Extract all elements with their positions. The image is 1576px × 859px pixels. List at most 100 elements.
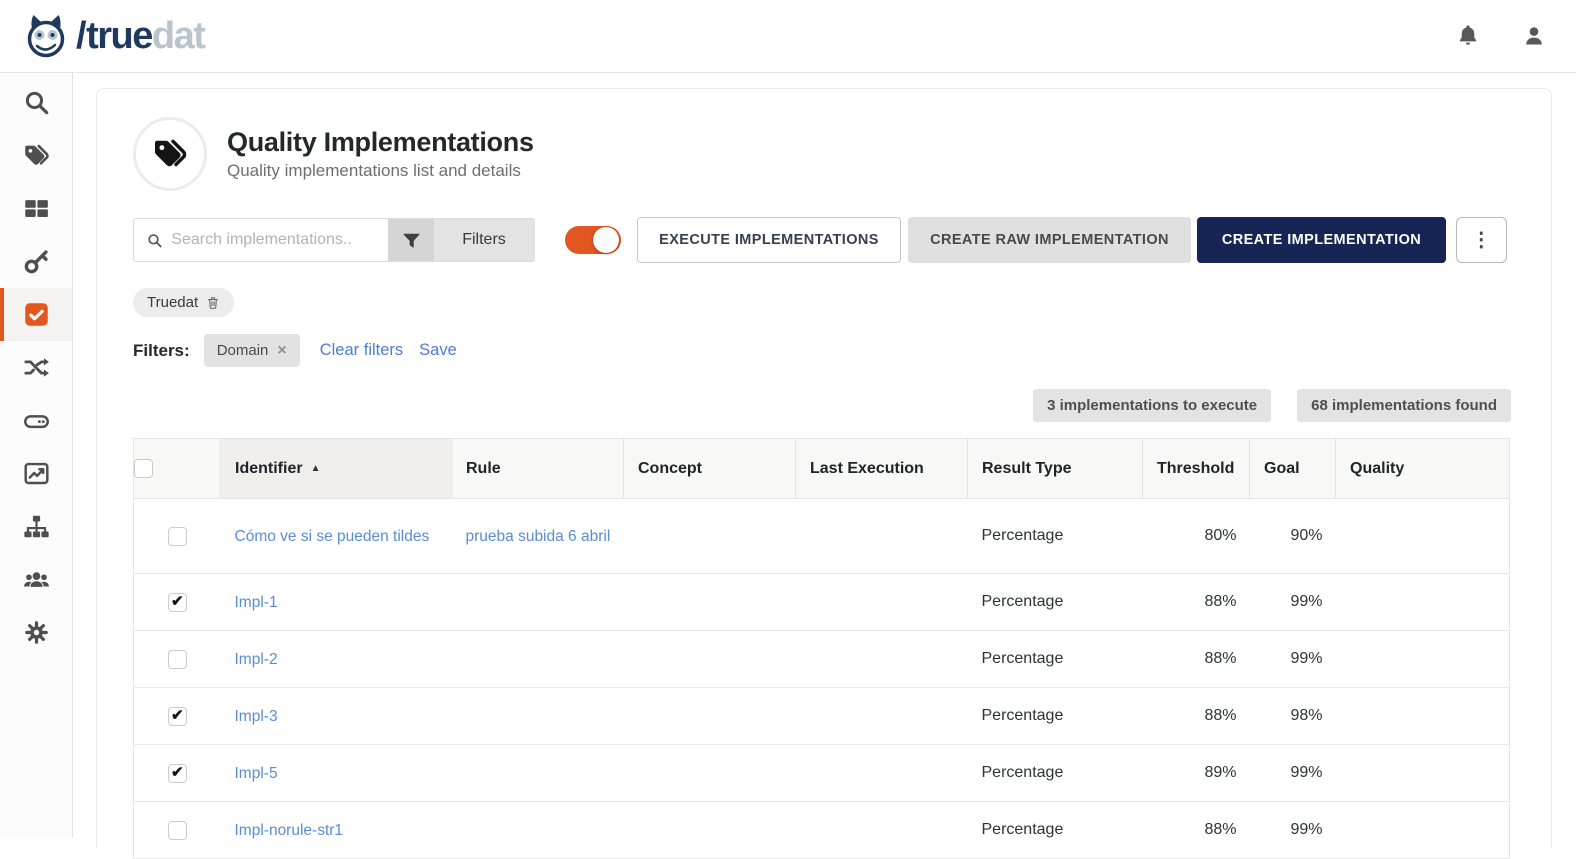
kebab-icon: ⋮	[1471, 230, 1491, 250]
more-actions-button[interactable]: ⋮	[1456, 217, 1507, 263]
sidebar-item-permissions[interactable]	[0, 235, 72, 288]
to-execute-badge: 3 implementations to execute	[1033, 389, 1271, 422]
concept-cell	[624, 574, 796, 631]
gear-icon	[23, 619, 50, 646]
identifier-link[interactable]: Cómo ve si se pueden tildes	[235, 528, 430, 545]
select-all-checkbox[interactable]	[134, 459, 153, 478]
goal-cell: 99%	[1250, 802, 1336, 859]
table-row: ✔ Cómo ve si se pueden tildes prueba sub…	[134, 499, 1510, 574]
result-type-cell: Percentage	[968, 745, 1143, 802]
sidebar-item-tags[interactable]	[0, 129, 72, 182]
column-header-quality[interactable]: Quality	[1336, 439, 1510, 499]
filters-button[interactable]: Filters	[434, 219, 534, 261]
sidebar-item-quality[interactable]	[0, 288, 72, 341]
identifier-link[interactable]: Impl-1	[235, 594, 278, 611]
search-input[interactable]	[171, 231, 388, 249]
identifier-link[interactable]: Impl-2	[235, 651, 278, 668]
page-subtitle: Quality implementations list and details	[227, 161, 534, 181]
row-checkbox[interactable]: ✔	[168, 764, 187, 783]
concept-cell	[624, 688, 796, 745]
last-execution-cell	[796, 499, 968, 574]
hard-drive-icon	[23, 407, 50, 434]
applied-filters-row: Filters: Domain × Clear filters Save	[133, 334, 1515, 367]
threshold-cell: 88%	[1143, 631, 1250, 688]
sidebar-item-sources[interactable]	[0, 394, 72, 447]
goal-cell: 99%	[1250, 745, 1336, 802]
scope-chip-row: Truedat	[133, 288, 1515, 317]
column-header-identifier[interactable]: Identifier▲	[221, 439, 452, 499]
table-row: ✔ Impl-1 Percentage 88% 99%	[134, 574, 1510, 631]
column-header-result-type[interactable]: Result Type	[968, 439, 1143, 499]
quality-cell	[1336, 631, 1510, 688]
table-row: ✔ Impl-2 Percentage 88% 99%	[134, 631, 1510, 688]
execute-implementations-button[interactable]: EXECUTE IMPLEMENTATIONS	[637, 217, 901, 263]
close-icon[interactable]: ×	[277, 343, 286, 359]
sort-asc-icon: ▲	[311, 463, 321, 474]
column-header-concept[interactable]: Concept	[624, 439, 796, 499]
identifier-link[interactable]: Impl-3	[235, 708, 278, 725]
table-row: ✔ Impl-norule-str1 Percentage 88% 99%	[134, 802, 1510, 859]
quality-cell	[1336, 574, 1510, 631]
concept-cell	[624, 499, 796, 574]
row-checkbox[interactable]: ✔	[168, 527, 187, 546]
table-row: ✔ Impl-5 Percentage 89% 99%	[134, 745, 1510, 802]
filter-chip-label: Domain	[217, 342, 269, 359]
save-filters-link[interactable]: Save	[419, 341, 457, 360]
users-icon	[23, 566, 50, 593]
concept-cell	[624, 631, 796, 688]
execution-toggle[interactable]	[565, 226, 621, 254]
trash-icon[interactable]	[206, 295, 220, 310]
top-bar: /truedat	[0, 0, 1576, 73]
column-header-last-execution[interactable]: Last Execution	[796, 439, 968, 499]
result-type-cell: Percentage	[968, 688, 1143, 745]
goal-cell: 99%	[1250, 574, 1336, 631]
column-header-threshold[interactable]: Threshold	[1143, 439, 1250, 499]
create-raw-implementation-button[interactable]: CREATE RAW IMPLEMENTATION	[908, 217, 1191, 263]
row-checkbox[interactable]: ✔	[168, 821, 187, 840]
identifier-link[interactable]: Impl-5	[235, 765, 278, 782]
sidebar-item-settings[interactable]	[0, 606, 72, 659]
row-checkbox[interactable]: ✔	[168, 593, 187, 612]
truedat-logo[interactable]: /truedat	[22, 12, 204, 60]
column-header-rule[interactable]: Rule	[452, 439, 624, 499]
search-icon	[23, 89, 50, 116]
page-header: Quality Implementations Quality implemen…	[133, 117, 1515, 191]
create-implementation-button[interactable]: CREATE IMPLEMENTATION	[1197, 217, 1446, 263]
shuffle-icon	[23, 354, 50, 381]
search-box: Filters	[133, 218, 535, 262]
column-header-goal[interactable]: Goal	[1250, 439, 1336, 499]
page-icon-circle	[133, 117, 207, 191]
content-card: Quality Implementations Quality implemen…	[96, 88, 1552, 848]
filter-chip-domain[interactable]: Domain ×	[204, 334, 300, 367]
owl-icon	[22, 12, 70, 60]
last-execution-cell	[796, 802, 968, 859]
threshold-cell: 88%	[1143, 688, 1250, 745]
user-icon[interactable]	[1522, 24, 1546, 48]
check-square-icon	[23, 301, 50, 328]
last-execution-cell	[796, 688, 968, 745]
toggle-knob	[593, 227, 619, 253]
row-checkbox[interactable]: ✔	[168, 707, 187, 726]
found-badge: 68 implementations found	[1297, 389, 1511, 422]
rule-link[interactable]: prueba subida 6 abril	[466, 528, 611, 545]
result-type-cell: Percentage	[968, 499, 1143, 574]
logo-wordmark: /truedat	[72, 15, 204, 58]
grid-icon	[23, 195, 50, 222]
bell-icon[interactable]	[1456, 24, 1480, 48]
sidebar-item-lineage[interactable]	[0, 341, 72, 394]
search-icon	[147, 232, 162, 249]
row-checkbox[interactable]: ✔	[168, 650, 187, 669]
identifier-link[interactable]: Impl-norule-str1	[235, 822, 344, 839]
table-row: ✔ Impl-3 Percentage 88% 98%	[134, 688, 1510, 745]
sidebar-item-charts[interactable]	[0, 447, 72, 500]
sidebar-item-dashboard[interactable]	[0, 182, 72, 235]
sidebar-item-structures[interactable]	[0, 500, 72, 553]
filter-funnel-button[interactable]	[388, 219, 434, 261]
concept-cell	[624, 745, 796, 802]
clear-filters-link[interactable]: Clear filters	[320, 341, 403, 360]
domain-scope-pill[interactable]: Truedat	[133, 288, 234, 317]
sitemap-icon	[23, 513, 50, 540]
sidebar-item-search[interactable]	[0, 76, 72, 129]
quality-cell	[1336, 499, 1510, 574]
sidebar-item-groups[interactable]	[0, 553, 72, 606]
